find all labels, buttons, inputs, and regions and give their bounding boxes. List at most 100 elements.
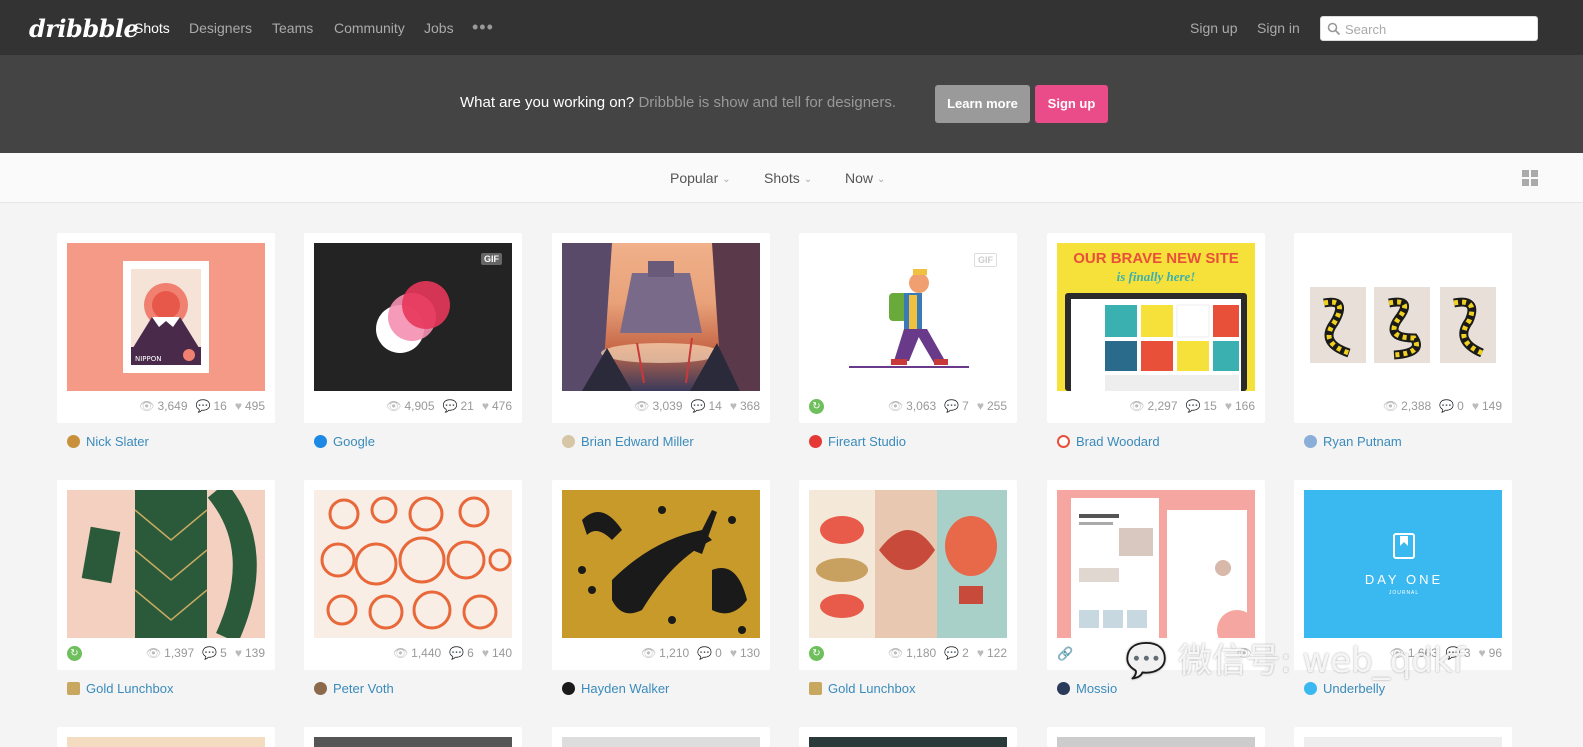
shot-card[interactable] — [57, 727, 275, 747]
shot-thumbnail[interactable] — [809, 737, 1007, 747]
shot-thumbnail[interactable] — [314, 737, 512, 747]
dayone-logo-text: DAY ONE — [1365, 572, 1443, 587]
nav-teams[interactable]: Teams — [272, 20, 313, 36]
nav-designers[interactable]: Designers — [189, 20, 252, 36]
author-name: Nick Slater — [86, 434, 149, 449]
shot-author[interactable]: Peter Voth — [314, 681, 394, 696]
shot-stats: 👁 2,388 💬 0 ♥ 149 — [1383, 399, 1502, 413]
rebound-icon[interactable]: ↻ — [67, 646, 82, 661]
avatar — [67, 435, 80, 448]
link-icon[interactable]: 🔗 — [1057, 646, 1073, 661]
shot-card[interactable]: 👁 1,440 💬 6 ♥ 140 — [304, 480, 522, 670]
shot-thumbnail[interactable] — [1304, 737, 1502, 747]
dribbble-logo[interactable]: dribbble — [29, 14, 139, 43]
shot-card[interactable]: OUR BRAVE NEW SITE is finally here! 👁 2,2… — [1047, 233, 1265, 423]
nav-shots[interactable]: Shots — [134, 20, 170, 36]
filter-shots[interactable]: Shots ⌄ — [764, 170, 812, 186]
search-input[interactable] — [1345, 21, 1531, 37]
shot-author[interactable]: Underbelly — [1304, 681, 1385, 696]
nav-jobs[interactable]: Jobs — [424, 20, 454, 36]
author-name: Gold Lunchbox — [86, 681, 174, 696]
shot-author[interactable]: Gold Lunchbox — [67, 681, 173, 696]
shot-author[interactable]: Brad Woodard — [1057, 434, 1160, 449]
avatar — [1057, 435, 1070, 448]
shot-card[interactable] — [799, 727, 1017, 747]
banner-question: What are you working on? — [460, 94, 635, 111]
shot-thumbnail[interactable] — [1057, 737, 1255, 747]
comments-count: 14 — [708, 399, 722, 413]
likes-icon: ♥ — [976, 646, 984, 660]
shot-author[interactable]: Mossio — [1057, 681, 1117, 696]
shot-author[interactable]: Fireart Studio — [809, 434, 906, 449]
views-icon: 👁 — [1129, 399, 1145, 413]
shot-author[interactable]: Hayden Walker — [562, 681, 669, 696]
shot-thumbnail[interactable]: NIPPON — [67, 243, 265, 391]
shot-card[interactable]: 👁 2,388 💬 0 ♥ 149 — [1294, 233, 1512, 423]
comments-icon: 💬 — [944, 646, 960, 660]
views-count: 4,905 — [404, 399, 435, 413]
shot-card[interactable] — [552, 727, 770, 747]
filter-now[interactable]: Now ⌄ — [845, 170, 885, 186]
shot-card[interactable]: NIPPON 👁 3,649 💬 16 ♥ 495 — [57, 233, 275, 423]
shot-author[interactable]: Brian Edward Miller — [562, 434, 694, 449]
comments-icon: 💬 — [944, 399, 960, 413]
views-icon: 👁 — [1382, 399, 1399, 413]
shot-thumbnail[interactable] — [67, 737, 265, 747]
shot-thumbnail[interactable] — [562, 490, 760, 638]
shot-card[interactable] — [1294, 727, 1512, 747]
shot-thumbnail[interactable] — [1304, 243, 1502, 391]
nav-community[interactable]: Community — [334, 20, 405, 36]
filter-popular[interactable]: Popular ⌄ — [670, 170, 731, 186]
subline-text: is finally here! — [1117, 269, 1196, 284]
svg-text:NIPPON: NIPPON — [135, 355, 162, 363]
comments-count: 0 — [715, 646, 722, 660]
rebound-icon[interactable]: ↻ — [809, 646, 824, 661]
shot-thumbnail[interactable] — [562, 737, 760, 747]
shot-thumbnail[interactable] — [562, 243, 760, 391]
shot-author[interactable]: Google — [314, 434, 375, 449]
views-count: 2,388 — [1401, 399, 1432, 413]
likes-count: 166 — [1234, 399, 1255, 413]
nav-sign-up[interactable]: Sign up — [1190, 20, 1237, 36]
avatar — [809, 435, 822, 448]
comments-icon: 💬 — [202, 646, 218, 660]
shot-card[interactable]: 👁 3,039 💬 14 ♥ 368 — [552, 233, 770, 423]
shot-author[interactable]: Gold Lunchbox — [809, 681, 915, 696]
likes-icon: ♥ — [976, 399, 984, 413]
shot-thumbnail[interactable] — [809, 490, 1007, 638]
filter-now-label: Now — [845, 170, 874, 186]
more-menu-icon[interactable]: ••• — [472, 17, 494, 38]
comments-count: 15 — [1203, 399, 1217, 413]
shot-thumbnail[interactable] — [314, 490, 512, 638]
views-count: 1,397 — [164, 646, 195, 660]
shot-card[interactable]: 👁 1,210 💬 0 ♥ 130 — [552, 480, 770, 670]
shot-thumbnail[interactable] — [1057, 490, 1255, 638]
banner-sign-up-button[interactable]: Sign up — [1035, 85, 1108, 123]
shot-card[interactable]: ↻ 👁 1,180 💬 2 ♥ 122 — [799, 480, 1017, 670]
likes-count: 495 — [244, 399, 265, 413]
shot-card[interactable] — [304, 727, 522, 747]
shot-card[interactable] — [1047, 727, 1265, 747]
likes-count: 96 — [1488, 646, 1502, 660]
likes-count: 130 — [739, 646, 760, 660]
shot-author[interactable]: Nick Slater — [67, 434, 149, 449]
shot-card[interactable]: GIF 👁 4,905 💬 21 ♥ 476 — [304, 233, 522, 423]
shot-author[interactable]: Ryan Putnam — [1304, 434, 1402, 449]
shot-thumbnail[interactable]: OUR BRAVE NEW SITE is finally here! — [1057, 243, 1255, 391]
shot-thumbnail[interactable]: GIF — [809, 243, 1007, 391]
watermark-text: 微信号: web_qdkf — [1178, 641, 1465, 681]
author-name: Gold Lunchbox — [828, 681, 916, 696]
author-name: Brad Woodard — [1076, 434, 1160, 449]
nav-sign-in[interactable]: Sign in — [1257, 20, 1300, 36]
views-icon: 👁 — [640, 646, 657, 660]
shot-card[interactable]: ↻ 👁 1,397 💬 5 ♥ 139 — [57, 480, 275, 670]
shot-stats: 👁 1,397 💬 5 ♥ 139 — [146, 646, 265, 660]
learn-more-button[interactable]: Learn more — [935, 85, 1030, 123]
author-name: Brian Edward Miller — [581, 434, 694, 449]
grid-view-icon[interactable] — [1522, 170, 1538, 186]
shot-thumbnail[interactable]: GIF — [314, 243, 512, 391]
shot-thumbnail[interactable]: DAY ONE JOURNAL — [1304, 490, 1502, 638]
rebound-icon[interactable]: ↻ — [809, 399, 824, 414]
shot-card[interactable]: GIF ↻ 👁 3,063 💬 7 ♥ 255 — [799, 233, 1017, 423]
shot-thumbnail[interactable] — [67, 490, 265, 638]
